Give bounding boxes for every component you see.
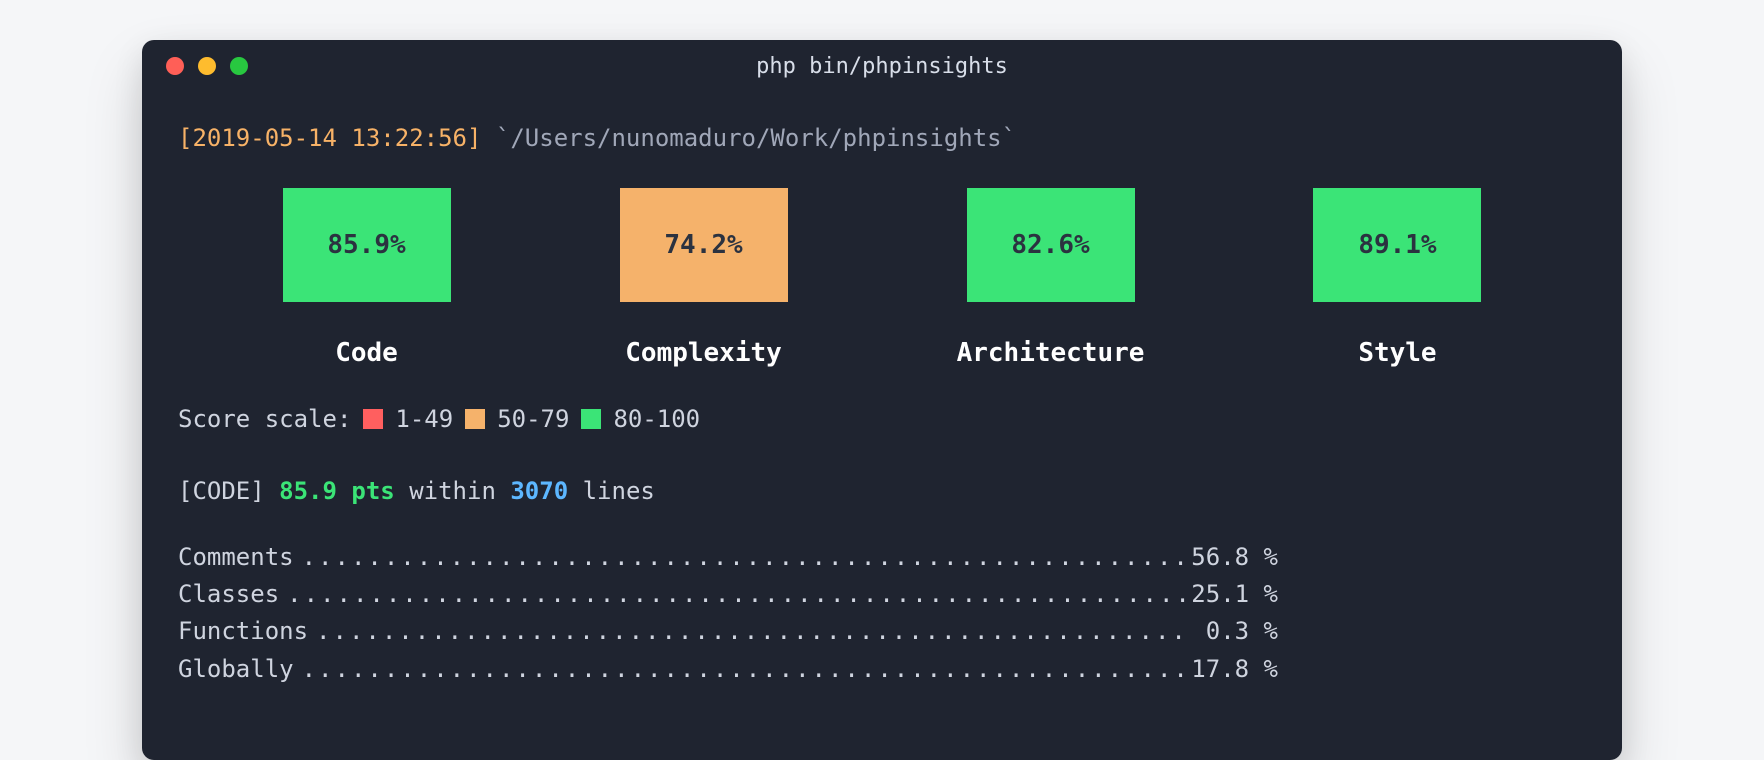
metric-row: Classes ................................… [178, 576, 1278, 613]
traffic-lights [166, 57, 248, 75]
score-label: Complexity [625, 334, 782, 373]
scale-range: 1-49 [395, 401, 453, 437]
terminal-body[interactable]: [2019-05-14 13:22:56] `/Users/nunomaduro… [142, 92, 1622, 688]
scale-range: 80-100 [613, 401, 700, 437]
section-after: lines [583, 477, 655, 505]
score-label: Style [1358, 334, 1436, 373]
metric-value: 17.8 % [1188, 651, 1278, 688]
close-icon[interactable] [166, 57, 184, 75]
section-code-summary: [CODE] 85.9 pts within 3070 lines [178, 473, 1586, 509]
metric-row: Globally ...............................… [178, 651, 1278, 688]
header-line: [2019-05-14 13:22:56] `/Users/nunomaduro… [178, 120, 1586, 156]
metric-dots-icon: ........................................… [279, 576, 1188, 613]
titlebar: php bin/phpinsights [142, 40, 1622, 92]
swatch-red-icon [363, 409, 383, 429]
swatch-orange-icon [465, 409, 485, 429]
score-card-code: 85.9% Code [283, 188, 451, 373]
metric-dots-icon: ........................................… [294, 651, 1188, 688]
swatch-green-icon [581, 409, 601, 429]
timestamp: [2019-05-14 13:22:56] [178, 124, 481, 152]
metric-label: Globally [178, 651, 294, 688]
section-tag: [CODE] [178, 477, 265, 505]
metric-dots-icon: ........................................… [308, 613, 1188, 650]
zoom-icon[interactable] [230, 57, 248, 75]
section-points: 85.9 pts [279, 477, 395, 505]
score-box: 85.9% [283, 188, 451, 302]
metric-value: 25.1 % [1188, 576, 1278, 613]
score-scale: Score scale: 1-49 50-79 80-100 [178, 401, 1586, 437]
metric-row: Functions ..............................… [178, 613, 1278, 650]
score-label: Architecture [957, 334, 1145, 373]
metric-dots-icon: ........................................… [294, 539, 1188, 576]
metric-label: Functions [178, 613, 308, 650]
section-lines: 3070 [510, 477, 568, 505]
score-box: 89.1% [1313, 188, 1481, 302]
metric-label: Comments [178, 539, 294, 576]
minimize-icon[interactable] [198, 57, 216, 75]
score-card-style: 89.1% Style [1313, 188, 1481, 373]
terminal-window: php bin/phpinsights [2019-05-14 13:22:56… [142, 40, 1622, 760]
score-card-complexity: 74.2% Complexity [620, 188, 788, 373]
score-box: 74.2% [620, 188, 788, 302]
score-label: Code [335, 334, 398, 373]
score-card-architecture: 82.6% Architecture [957, 188, 1145, 373]
scale-range: 50-79 [497, 401, 569, 437]
metric-label: Classes [178, 576, 279, 613]
metric-row: Comments ...............................… [178, 539, 1278, 576]
section-within: within [409, 477, 496, 505]
metric-value: 0.3 % [1188, 613, 1278, 650]
window-title: php bin/phpinsights [142, 54, 1622, 79]
working-path: `/Users/nunomaduro/Work/phpinsights` [496, 124, 1016, 152]
scale-label: Score scale: [178, 401, 351, 437]
score-cards: 85.9% Code 74.2% Complexity 82.6% Archit… [198, 188, 1566, 373]
metric-value: 56.8 % [1188, 539, 1278, 576]
metrics-list: Comments ...............................… [178, 539, 1586, 688]
score-box: 82.6% [967, 188, 1135, 302]
